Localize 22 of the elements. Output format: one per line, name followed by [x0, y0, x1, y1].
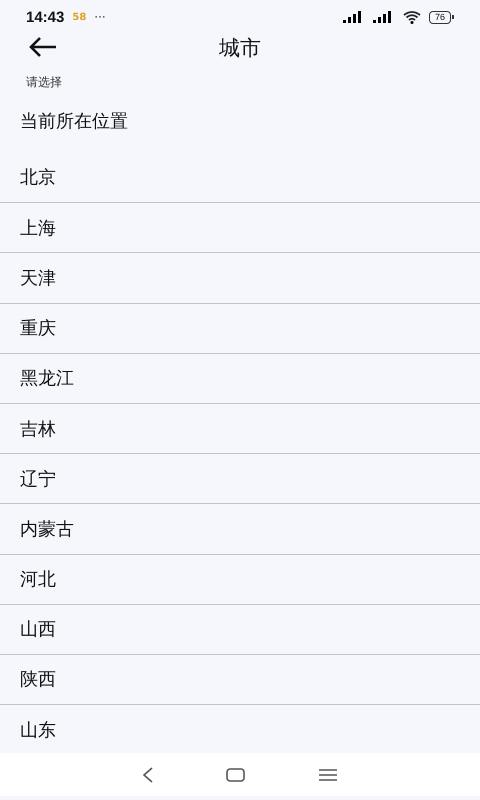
city-item[interactable]: 河北: [0, 554, 480, 604]
section-label: 请选择: [25, 74, 63, 90]
home-nav-icon[interactable]: [226, 766, 246, 782]
city-item[interactable]: 北京: [0, 152, 480, 202]
wifi-icon: [402, 10, 421, 24]
city-item[interactable]: 内蒙古: [0, 503, 480, 554]
city-item[interactable]: 陕西: [0, 654, 480, 704]
more-notifications: ···: [94, 10, 106, 24]
city-item[interactable]: 天津: [0, 252, 480, 303]
city-item[interactable]: 黑龙江: [0, 352, 480, 403]
city-item[interactable]: 山西: [0, 604, 480, 654]
status-time: 14:43: [26, 8, 64, 26]
battery-indicator: 76: [428, 10, 454, 24]
notification-icon: 58: [72, 12, 86, 22]
menu-icon[interactable]: [318, 768, 338, 782]
city-item[interactable]: 吉林: [0, 402, 480, 454]
city-item[interactable]: 重庆: [0, 302, 480, 353]
city-item[interactable]: 辽宁: [0, 453, 480, 504]
page-title: 城市: [219, 35, 261, 62]
current-location-item[interactable]: 当前所在位置: [0, 90, 480, 152]
city-item[interactable]: 上海: [0, 202, 480, 252]
back-nav-icon[interactable]: [142, 766, 154, 782]
